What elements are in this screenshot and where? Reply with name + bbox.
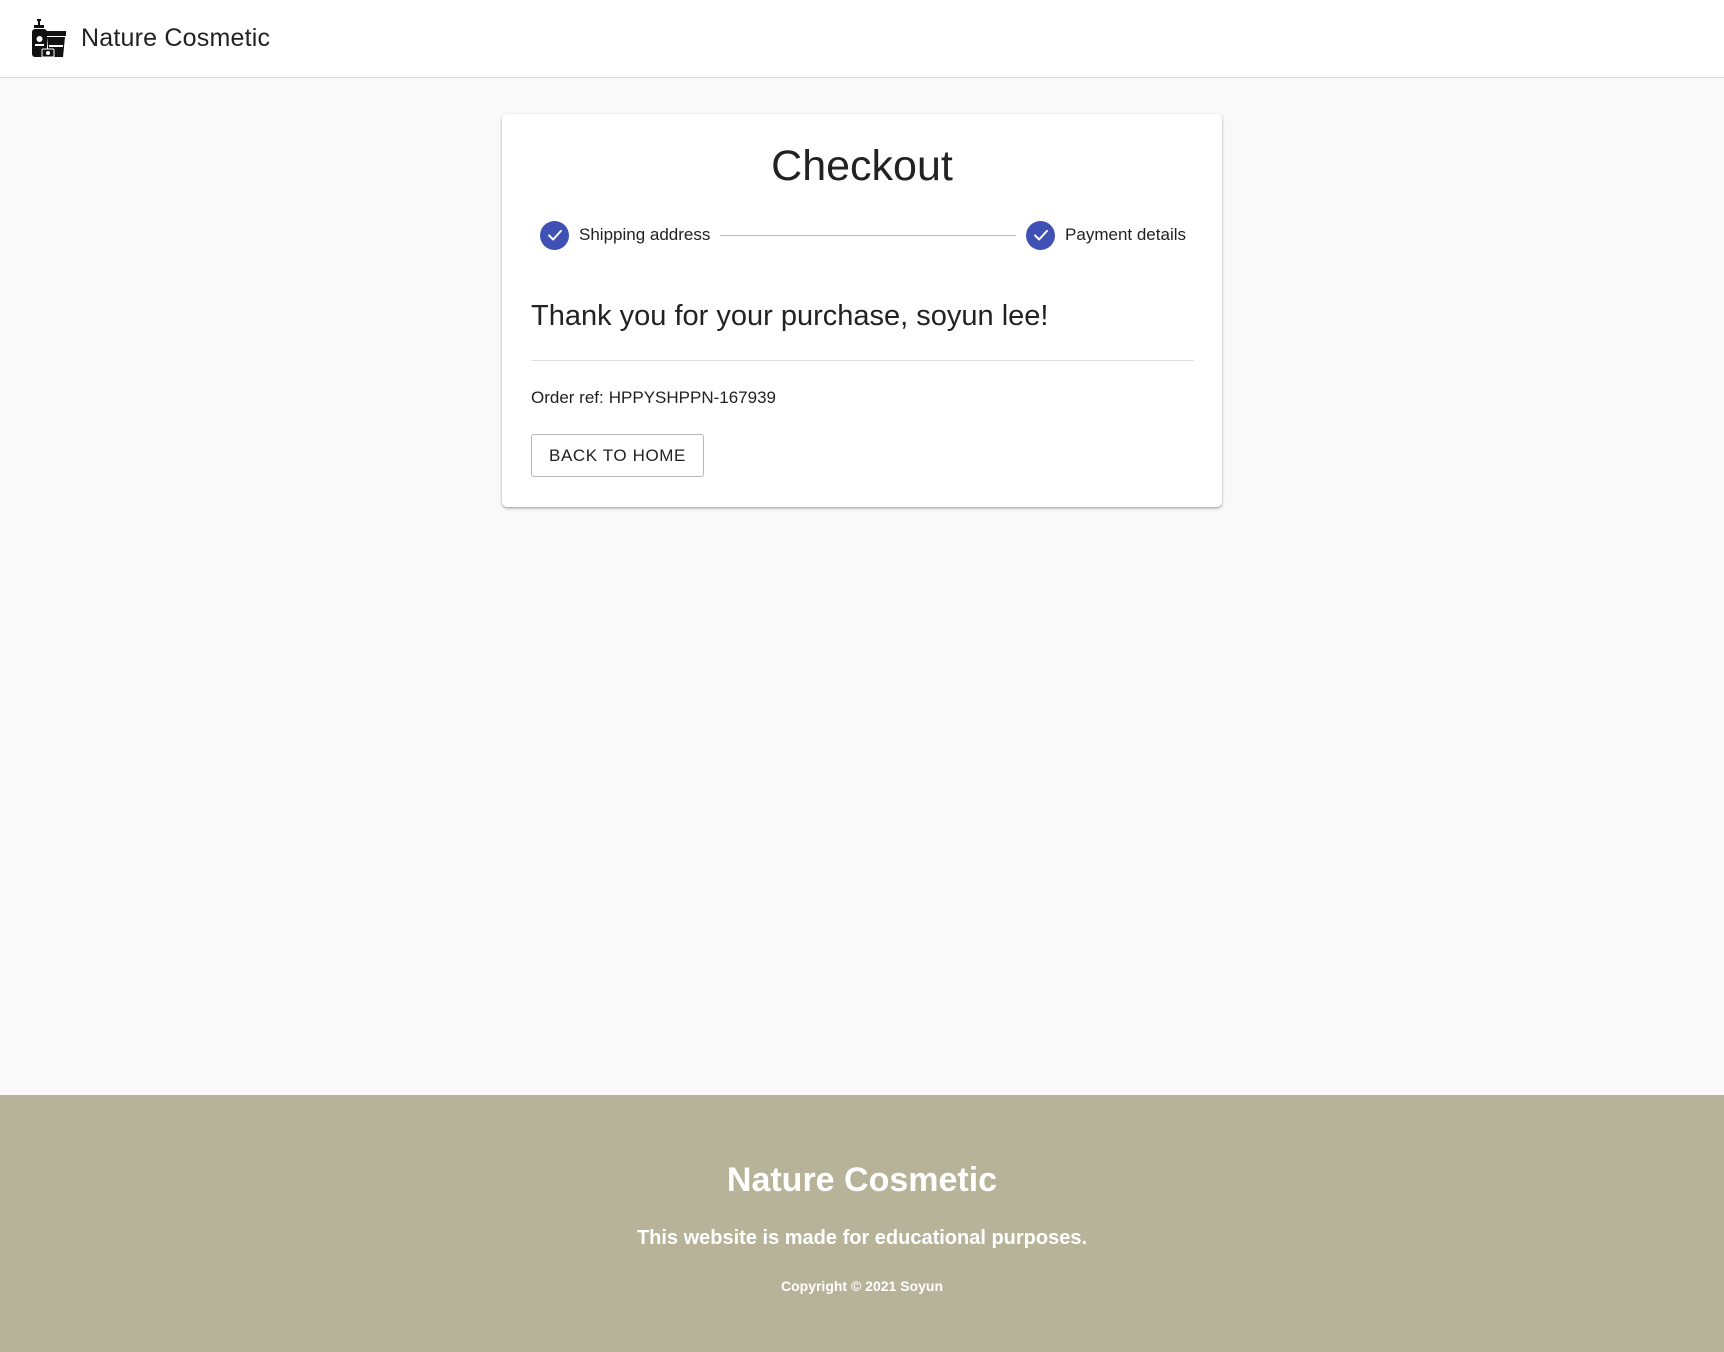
check-icon	[540, 220, 569, 250]
checkout-card: Checkout Shipping address Payment detail…	[502, 114, 1222, 507]
footer-title: Nature Cosmetic	[726, 1161, 998, 1199]
thank-you-message: Thank you for your purchase, soyun lee!	[531, 300, 1049, 332]
step-connector	[720, 234, 1017, 236]
check-icon	[1026, 220, 1056, 250]
step-label: Shipping address	[579, 225, 711, 244]
divider	[531, 360, 1194, 361]
page-title: Checkout	[771, 142, 953, 190]
cosmetics-logo-icon[interactable]	[30, 18, 68, 59]
step-shipping-address: Shipping address	[540, 220, 711, 250]
app-header: Nature Cosmetic	[0, 0, 1724, 78]
site-footer: Nature Cosmetic This website is made for…	[0, 1095, 1724, 1352]
footer-copyright: Copyright © 2021 Soyun	[780, 1278, 943, 1294]
order-ref-value: HPPYSHPPN-167939	[608, 388, 777, 407]
step-payment-details: Payment details	[1026, 220, 1186, 250]
checkout-stepper: Shipping address Payment details	[540, 220, 1186, 250]
back-to-home-button[interactable]: BACK TO HOME	[531, 434, 704, 477]
brand-title[interactable]: Nature Cosmetic	[81, 24, 270, 53]
order-ref-label: Order ref:	[531, 388, 604, 407]
step-label: Payment details	[1065, 225, 1186, 244]
order-reference: Order ref: HPPYSHPPN-167939	[531, 388, 776, 408]
page: Nature Cosmetic Checkout Shipping addres…	[0, 0, 1724, 1352]
footer-subtitle: This website is made for educational pur…	[636, 1227, 1088, 1249]
